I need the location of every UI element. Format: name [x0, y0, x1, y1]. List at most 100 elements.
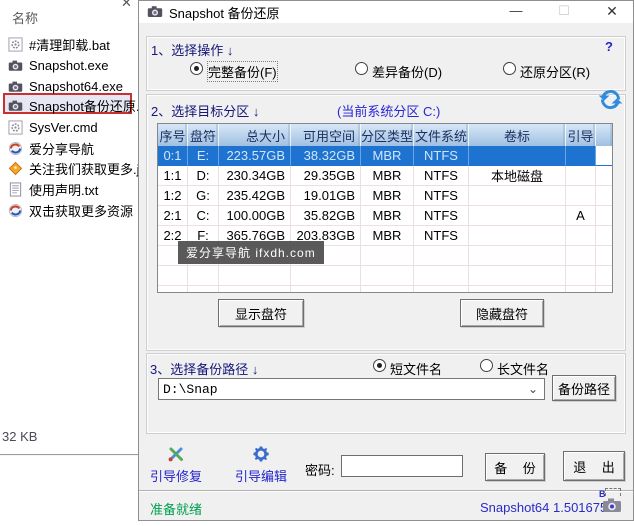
partition-table[interactable]: 序号 盘符 总大小 可用空间 分区类型 文件系统 卷标 引导 0:1 E: 22… [157, 123, 613, 293]
cell: MBR [361, 206, 414, 226]
backup-path-button[interactable]: 备份路径 [552, 375, 616, 401]
help-icon[interactable]: ? [605, 39, 613, 54]
column-header[interactable]: 分区类型 [361, 124, 414, 146]
refresh-icon[interactable] [597, 86, 624, 113]
watermark: 爱分享导航 ifxdh.com [178, 241, 324, 264]
dialog-client-area: 1、选择操作 ↓ ? 完整备份(F) 差异备份(D) 还原分区(R) 2、选择目… [139, 23, 633, 520]
section1-label: 1、选择操作 ↓ [151, 43, 234, 58]
file-item[interactable]: 双击获取更多资源 [8, 201, 133, 219]
camera-app-icon [8, 79, 23, 94]
file-size-text: 32 KB [2, 429, 38, 444]
cell: NTFS [414, 166, 469, 186]
cell [469, 146, 566, 166]
cell [469, 226, 566, 246]
section2-label: 2、选择目标分区 ↓ [151, 104, 260, 119]
radio-restore-partition-label[interactable]: 还原分区(R) [520, 62, 590, 81]
window-title: Snapshot 备份还原 [169, 5, 280, 21]
maximize-button[interactable]: ☐ [549, 1, 579, 22]
file-explorer-panel: 名称 ✕ #清理卸载.bat Snapshot.exe Snapshot64.e… [0, 0, 147, 526]
tools-icon [166, 444, 186, 464]
file-item[interactable]: SysVer.cmd [8, 118, 98, 136]
cell: NTFS [414, 226, 469, 246]
backup-button[interactable]: 备 份 [485, 453, 545, 481]
column-header[interactable]: 卷标 [469, 124, 566, 146]
column-header[interactable]: 总大小 [219, 124, 291, 146]
cell [566, 146, 596, 166]
cell: NTFS [414, 146, 469, 166]
cell-filler [596, 226, 612, 246]
radio-long-filename[interactable] [480, 359, 493, 372]
status-text: 准备就绪 [150, 502, 203, 517]
cell: 19.01GB [291, 186, 361, 206]
down-arrow-icon: ↓ [226, 43, 234, 58]
column-header[interactable]: 盘符 [188, 124, 219, 146]
show-drive-letters-button[interactable]: 显示盘符 [218, 299, 304, 327]
radio-diff-backup-label[interactable]: 差异备份(D) [372, 62, 442, 81]
boot-edit-label: 引导编辑 [234, 469, 287, 484]
file-item[interactable]: Snapshot.exe [8, 56, 109, 74]
radio-long-filename-label[interactable]: 长文件名 [497, 359, 549, 378]
file-item[interactable]: Snapshot64.exe [8, 77, 123, 95]
snapshot-camera-icon: B [599, 488, 625, 517]
table-row[interactable]: 1:1 D: 230.34GB 29.35GB MBR NTFS 本地磁盘 [158, 166, 612, 186]
table-row[interactable]: 2:1 C: 100.00GB 35.82GB MBR NTFS A [158, 206, 612, 226]
file-item[interactable]: #清理卸载.bat [8, 35, 110, 53]
cell-filler [596, 186, 612, 206]
file-item[interactable]: 爱分享导航 [8, 139, 94, 157]
title-bar[interactable]: Snapshot 备份还原 — ☐ ✕ [139, 1, 633, 23]
file-name: Snapshot64.exe [29, 78, 123, 94]
cell: NTFS [414, 206, 469, 226]
cell: 230.34GB [219, 166, 291, 186]
file-name: SysVer.cmd [29, 119, 98, 135]
cell-filler [596, 146, 612, 166]
cell-filler [596, 166, 612, 186]
cell: C: [188, 206, 219, 226]
file-item[interactable]: 关注我们获取更多.jp [8, 159, 147, 177]
link-icon [8, 203, 23, 218]
image-file-icon [8, 161, 23, 176]
down-arrow-icon: ↓ [251, 362, 259, 377]
cell [469, 206, 566, 226]
table-row[interactable]: 1:2 G: 235.42GB 19.01GB MBR NTFS [158, 186, 612, 206]
hide-drive-letters-button[interactable]: 隐藏盘符 [460, 299, 544, 327]
current-system-partition: (当前系统分区 C:) [337, 104, 441, 119]
password-input[interactable] [341, 455, 463, 477]
chevron-down-icon[interactable]: ⌄ [528, 382, 538, 396]
column-header[interactable]: 序号 [158, 124, 188, 146]
column-header[interactable]: 引导 [566, 124, 596, 146]
radio-full-backup[interactable] [190, 62, 203, 75]
close-button[interactable]: ✕ [597, 1, 627, 22]
divider [0, 454, 140, 455]
down-arrow-icon: ↓ [252, 104, 260, 119]
cell: 29.35GB [291, 166, 361, 186]
batch-file-icon [8, 119, 23, 135]
name-column-header[interactable]: 名称 [12, 8, 38, 27]
file-item[interactable]: 使用声明.txt [8, 180, 98, 198]
cell: 2:1 [158, 206, 188, 226]
backup-path-combobox[interactable]: D:\Snap ⌄ [158, 378, 545, 400]
status-bar: 准备就绪 Snapshot64 1.501675 B [139, 488, 633, 520]
boot-repair-label: 引导修复 [149, 469, 202, 484]
column-header[interactable]: 文件系统 [414, 124, 469, 146]
file-item-selected[interactable]: Snapshot备份还原.e [8, 96, 147, 114]
boot-repair-button[interactable]: 引导修复 [148, 444, 204, 485]
radio-full-backup-label[interactable]: 完整备份(F) [207, 61, 278, 82]
column-header[interactable]: 可用空间 [291, 124, 361, 146]
password-label: 密码: [305, 463, 335, 478]
table-row-empty [158, 266, 612, 286]
radio-diff-backup[interactable] [355, 62, 368, 75]
boot-edit-button[interactable]: 引导编辑 [233, 444, 289, 485]
file-name: 爱分享导航 [29, 141, 95, 157]
radio-short-filename-label[interactable]: 短文件名 [390, 359, 442, 378]
minimize-button[interactable]: — [501, 1, 531, 22]
radio-restore-partition[interactable] [503, 62, 516, 75]
close-icon[interactable]: ✕ [121, 0, 132, 11]
text-file-icon [8, 181, 23, 197]
cell: A [566, 206, 596, 226]
cell: MBR [361, 226, 414, 246]
radio-short-filename[interactable] [373, 359, 386, 372]
exit-button[interactable]: 退 出 [563, 451, 625, 481]
cell: 本地磁盘 [469, 166, 566, 186]
table-row-selected[interactable]: 0:1 E: 223.57GB 38.32GB MBR NTFS [158, 146, 612, 166]
cell: 1:1 [158, 166, 188, 186]
